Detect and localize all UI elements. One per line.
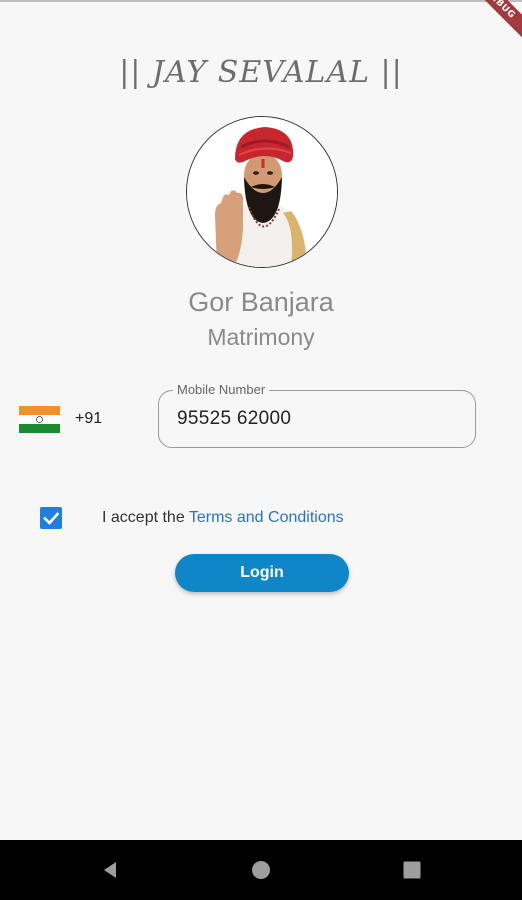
top-divider — [0, 0, 522, 2]
recents-icon[interactable] — [402, 860, 422, 880]
tagline: || JAY SEVALAL || — [119, 55, 403, 90]
terms-prefix: I accept the — [102, 509, 189, 526]
check-icon — [43, 512, 60, 525]
avatar — [186, 116, 338, 268]
system-navigation-bar — [0, 840, 522, 900]
saint-portrait-image — [187, 117, 337, 267]
home-icon[interactable] — [251, 860, 271, 880]
mobile-number-label: Mobile Number — [173, 382, 270, 397]
mobile-number-input[interactable] — [159, 391, 475, 447]
country-code[interactable]: +91 — [75, 410, 102, 428]
india-flag-icon[interactable] — [19, 406, 60, 433]
mobile-number-field[interactable]: Mobile Number — [158, 382, 476, 448]
terms-text: I accept the Terms and Conditions — [102, 509, 344, 527]
terms-checkbox[interactable] — [40, 507, 62, 529]
app-subtitle: Matrimony — [207, 324, 315, 350]
debug-banner: DEBUG — [460, 0, 522, 44]
app-name: Gor Banjara — [188, 287, 334, 317]
back-icon[interactable] — [100, 860, 120, 880]
login-button[interactable]: Login — [175, 554, 349, 592]
terms-link[interactable]: Terms and Conditions — [189, 509, 344, 526]
